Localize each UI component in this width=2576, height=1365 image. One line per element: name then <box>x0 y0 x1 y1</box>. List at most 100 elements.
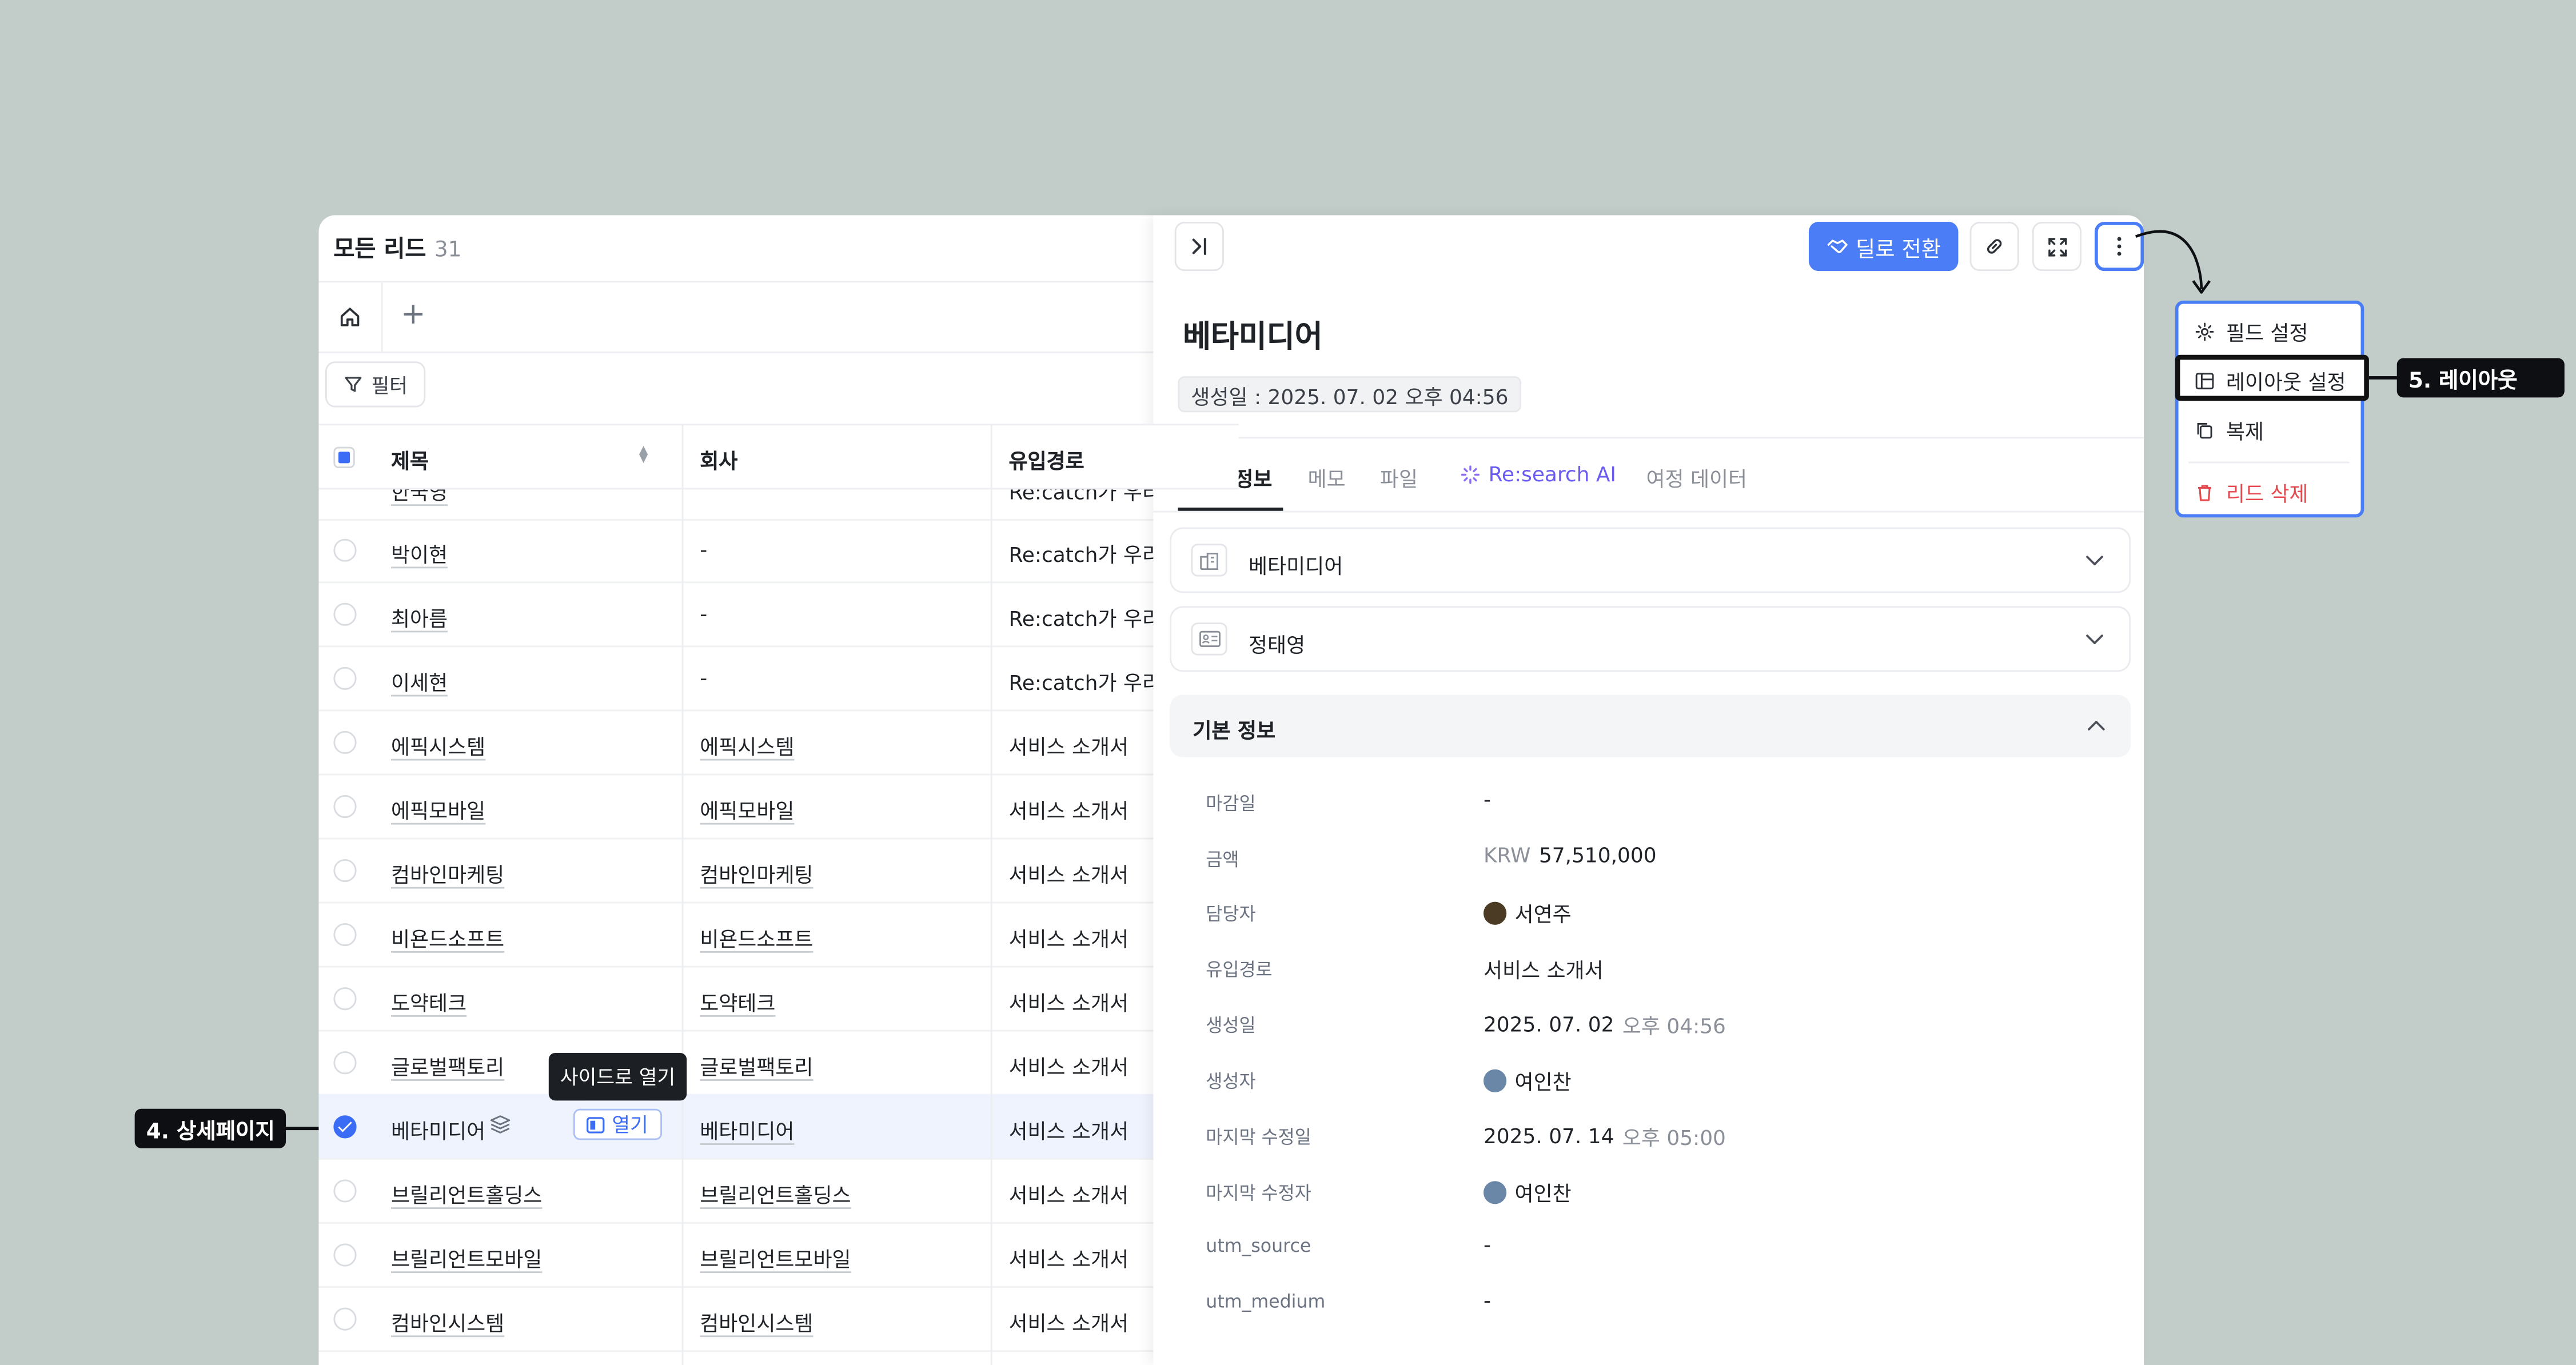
row-title[interactable]: 브릴리언트모바일 <box>391 1242 542 1274</box>
company-card[interactable]: 베타미디어 <box>1170 527 2131 593</box>
row-checkbox[interactable] <box>333 538 357 562</box>
tab-home[interactable] <box>318 282 383 352</box>
row-title[interactable]: 비욘드소프트 <box>391 921 504 953</box>
row-title[interactable]: 컴바인시스템 <box>391 1306 504 1338</box>
column-header-company[interactable]: 회사 <box>700 444 737 475</box>
table-row[interactable]: 에픽모바일 에픽모바일 서비스 소개서 <box>318 774 1239 840</box>
field-row: 마지막 수정자 여인찬 <box>1153 1166 2144 1215</box>
tab-journey-data[interactable]: 여정 데이터 <box>1646 462 1747 493</box>
row-title[interactable]: 이세현 <box>391 665 448 697</box>
row-title[interactable]: 글로벌팩토리 <box>391 1049 504 1081</box>
row-title[interactable]: 베타미디어 <box>391 1113 485 1145</box>
menu-item-field-settings[interactable]: 필드 설정 <box>2195 316 2308 347</box>
row-checkbox[interactable] <box>333 1307 357 1331</box>
collapse-panel-button[interactable] <box>1174 221 1224 272</box>
row-company[interactable]: 컴바인시스템 <box>700 1306 813 1338</box>
menu-item-duplicate[interactable]: 복제 <box>2195 414 2264 445</box>
field-value[interactable]: - <box>1484 787 1491 812</box>
table-row[interactable]: 최아름 - Re:catch가 우리 <box>318 581 1239 648</box>
row-company[interactable]: 브릴리언트홀딩스 <box>700 1178 851 1209</box>
menu-item-layout-settings[interactable]: 레이아웃 설정 <box>2175 354 2369 401</box>
open-side-panel-button[interactable]: 열기 <box>573 1108 663 1140</box>
table-row[interactable]: 비욘드소프트 비욘드소프트 서비스 소개서 <box>318 902 1239 968</box>
row-checkbox[interactable] <box>333 859 357 883</box>
row-source: 서비스 소개서 <box>1008 798 1129 823</box>
row-checkbox[interactable] <box>333 987 357 1011</box>
field-value[interactable]: 서비스 소개서 <box>1484 953 1604 984</box>
row-source: 서비스 소개서 <box>1008 1311 1129 1336</box>
ai-sparkle-icon <box>1461 464 1480 484</box>
add-view-button[interactable]: + <box>401 298 425 332</box>
select-all-checkbox[interactable] <box>333 446 355 469</box>
chevron-down-icon[interactable] <box>2083 628 2106 650</box>
row-source: Re:catch가 우리 <box>1008 542 1161 567</box>
table-row[interactable]: 도약테크 도약테크 서비스 소개서 <box>318 966 1239 1032</box>
column-divider <box>990 424 992 1365</box>
field-row: utm_medium - <box>1153 1278 2144 1327</box>
field-value[interactable]: 여인찬 <box>1483 1176 1572 1208</box>
table-row[interactable]: 브릴리언트모바일 브릴리언트모바일 서비스 소개서 <box>318 1222 1239 1288</box>
tab-research-ai-label: Re:search AI <box>1488 461 1617 486</box>
row-title[interactable]: 박이현 <box>391 537 448 569</box>
row-checkbox[interactable] <box>333 1051 357 1075</box>
tab-research-ai[interactable]: Re:search AI <box>1461 462 1616 486</box>
row-checkbox[interactable] <box>333 795 357 819</box>
row-checkbox[interactable] <box>333 1179 357 1203</box>
row-checkbox[interactable] <box>333 923 357 947</box>
row-title[interactable]: 컴바인마케팅 <box>391 857 504 889</box>
table-row[interactable]: 컴바인시스템 컴바인시스템 서비스 소개서 <box>318 1286 1239 1352</box>
menu-item-delete-lead[interactable]: 리드 삭제 <box>2195 476 2308 508</box>
column-header-source[interactable]: 유입경로 <box>1008 444 1084 475</box>
table-row[interactable]: 에픽시스템 에픽시스템 서비스 소개서 <box>318 709 1239 776</box>
row-title[interactable]: 에픽시스템 <box>391 729 485 761</box>
convert-to-deal-button[interactable]: 딜로 전환 <box>1808 221 1959 272</box>
field-value[interactable]: - <box>1484 1288 1491 1312</box>
copy-link-button[interactable] <box>1969 221 2019 272</box>
chevron-down-icon[interactable] <box>2083 549 2106 572</box>
table-row[interactable]: 브릴리언트홀딩스 브릴리언트홀딩스 서비스 소개서 <box>318 1158 1239 1224</box>
row-checkbox[interactable] <box>333 731 357 755</box>
filter-button[interactable]: 필터 <box>325 361 426 408</box>
field-value[interactable]: 서연주 <box>1483 897 1572 928</box>
table-row[interactable]: 컴바인마케팅 컴바인마케팅 서비스 소개서 <box>318 838 1239 904</box>
tab-files[interactable]: 파일 <box>1380 462 1418 493</box>
table-row[interactable]: 이세현 - Re:catch가 우리 <box>318 645 1239 712</box>
field-value[interactable]: KRW 57,510,000 <box>1484 843 1657 867</box>
row-title[interactable]: 에픽모바일 <box>391 793 485 825</box>
column-divider <box>681 424 684 1365</box>
row-checkbox[interactable] <box>333 1243 357 1267</box>
sort-icon[interactable]: ▲ ▼ <box>639 444 648 464</box>
field-value[interactable]: 2025. 07. 14 오후 05:00 <box>1484 1120 1726 1152</box>
row-company[interactable]: 글로벌팩토리 <box>700 1049 813 1081</box>
row-title[interactable]: 도약테크 <box>391 985 466 1017</box>
chevron-up-icon[interactable] <box>2085 715 2108 737</box>
row-company[interactable]: 도약테크 <box>700 985 775 1017</box>
row-company[interactable]: 브릴리언트모바일 <box>700 1242 851 1274</box>
field-value[interactable]: 2025. 07. 02 오후 04:56 <box>1484 1008 1726 1040</box>
row-checkbox[interactable] <box>333 666 357 690</box>
contact-card[interactable]: 정태영 <box>1170 606 2131 672</box>
row-company[interactable]: 비욘드소프트 <box>700 921 813 953</box>
row-title[interactable]: 최아름 <box>391 601 448 633</box>
row-company[interactable]: 베타미디어 <box>700 1113 794 1145</box>
table-header: 제목 ▲ ▼ 회사 유입경로 <box>318 424 1239 490</box>
row-source: 서비스 소개서 <box>1008 1183 1129 1208</box>
table-row[interactable]: 글로벌팩토리 글로벌팩토리 서비스 소개서 <box>318 1030 1239 1096</box>
row-checkbox-checked[interactable] <box>333 1115 357 1139</box>
row-source: 서비스 소개서 <box>1008 1054 1129 1080</box>
field-value[interactable]: 여인찬 <box>1483 1064 1572 1096</box>
row-company[interactable]: 컴바인마케팅 <box>700 857 813 889</box>
convert-label: 딜로 전환 <box>1855 237 1941 262</box>
row-company[interactable]: 에픽시스템 <box>700 729 794 761</box>
column-header-title[interactable]: 제목 <box>391 444 429 475</box>
row-company[interactable]: 에픽모바일 <box>700 793 794 825</box>
row-title[interactable]: 브릴리언트홀딩스 <box>391 1178 542 1209</box>
basic-info-section-header[interactable]: 기본 정보 <box>1170 695 2131 757</box>
row-checkbox[interactable] <box>333 602 357 626</box>
field-value[interactable]: - <box>1484 1232 1491 1256</box>
table-row-selected[interactable]: 베타미디어 열기 베타미디어 서비스 소개서 <box>318 1093 1239 1160</box>
tab-memo[interactable]: 메모 <box>1307 462 1345 493</box>
table-row[interactable]: 박이현 - Re:catch가 우리 <box>318 517 1239 584</box>
lead-title: 베타미디어 <box>1183 320 1323 355</box>
expand-button[interactable] <box>2032 221 2081 272</box>
